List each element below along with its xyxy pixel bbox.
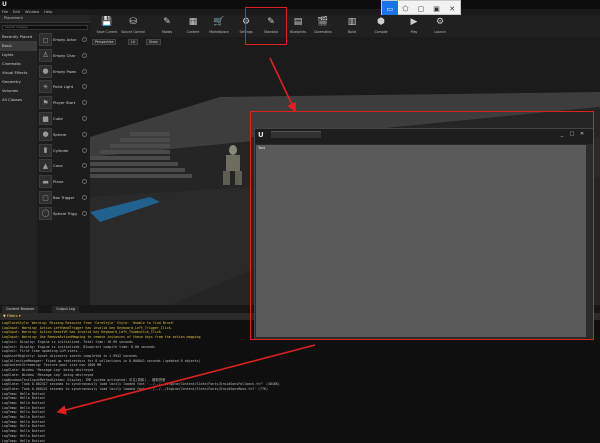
- annotation-arrows: [56, 57, 316, 415]
- annotation-arrow-to-window: [269, 57, 296, 113]
- annotation-arrow-to-log: [56, 344, 316, 415]
